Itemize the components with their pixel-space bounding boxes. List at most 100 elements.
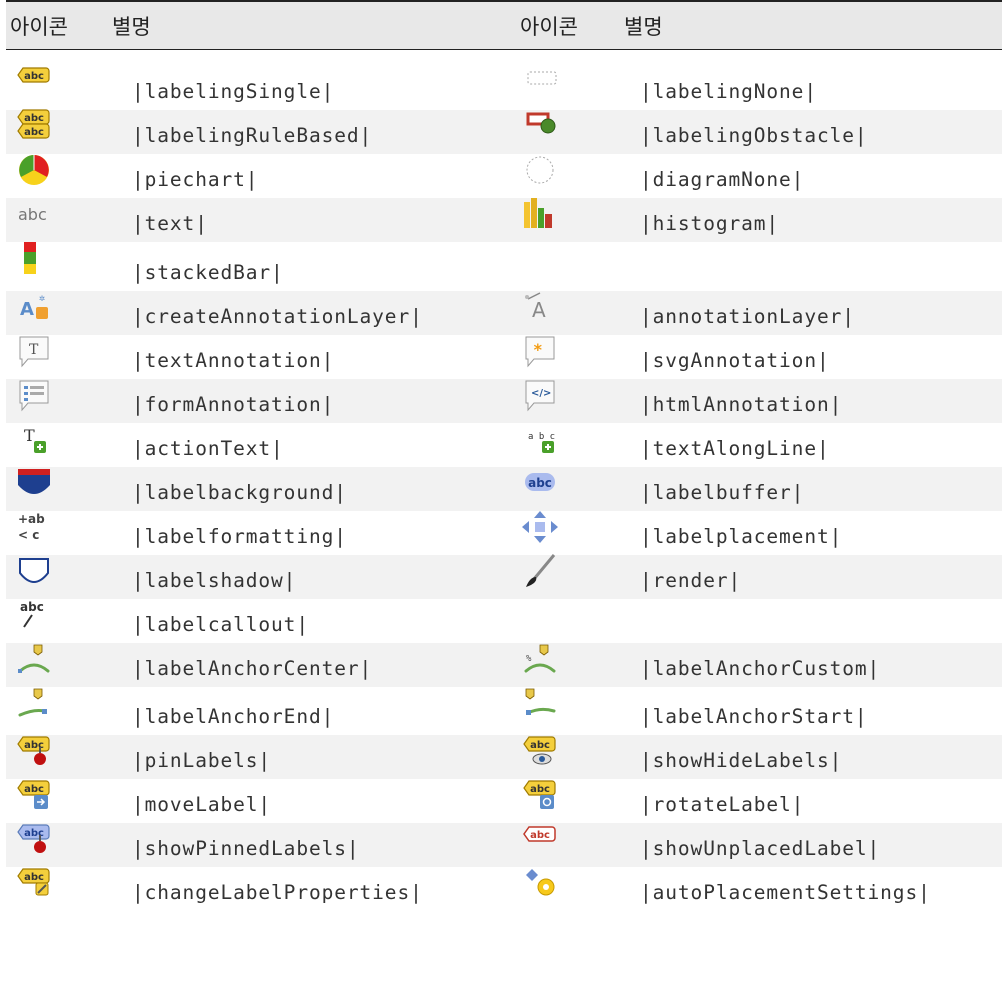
piechart-icon (14, 152, 54, 188)
svg-text:abc: abc (24, 113, 44, 124)
table-row: abc |showPinnedLabels| abc |showUnplacedLab… (6, 823, 1002, 867)
alias-label: |pinLabels| (132, 749, 272, 772)
table-row: |piechart| |diagramNone| (6, 154, 1002, 198)
rotate-label-icon: abc (520, 777, 560, 813)
table-row: |labelAnchorCenter|% |labelAnchorCustom| (6, 643, 1002, 687)
alias-label: |labelingNone| (640, 80, 817, 103)
alias-label: |text| (132, 212, 208, 235)
table-row: abc |text| |histogram| (6, 198, 1002, 242)
svg-text:abc: abc (528, 476, 552, 490)
form-annotation-icon (14, 377, 54, 413)
svg-text:T: T (24, 426, 35, 445)
svg-text:abc: abc (24, 784, 44, 795)
header-icon-col-1: 아이콘 (10, 15, 68, 39)
table-row: |formAnnotation| </> |htmlAnnotation| (6, 379, 1002, 423)
pin-labels-icon: abc (14, 733, 54, 769)
svg-text:abc: abc (530, 830, 550, 841)
show-hide-labels-icon: abc (520, 733, 560, 769)
alias-label: |rotateLabel| (640, 793, 805, 816)
header-icon-col-2: 아이콘 (520, 15, 578, 39)
table-row: abc |moveLabel| abc |rotateLabel| (6, 779, 1002, 823)
table-row: abc |changeLabelProperties| |autoPlacement… (6, 867, 1002, 911)
auto-placement-settings-icon (520, 865, 560, 901)
labeling-rule-based-icon: abc abc (14, 108, 54, 144)
diagram-none-icon (520, 152, 560, 188)
action-text-icon: T (14, 421, 54, 457)
label-anchor-custom-icon: % (520, 641, 560, 677)
svg-annotation-icon: * (520, 333, 560, 369)
alias-label: |autoPlacementSettings| (640, 881, 931, 904)
alias-label: |labelingRuleBased| (132, 124, 373, 147)
label-shadow-icon (14, 553, 54, 589)
table-row: |stackedBar| (6, 242, 1002, 291)
table-row: |labelbackground| abc |labelbuffer| (6, 467, 1002, 511)
svg-text:A: A (20, 299, 34, 320)
alias-label: |createAnnotationLayer| (132, 305, 423, 328)
labeling-none-icon (520, 64, 560, 100)
text-annotation-icon: T (14, 333, 54, 369)
alias-label: |labelAnchorCenter| (132, 657, 373, 680)
table-header: 아이콘 별명 아이콘 별명 (6, 0, 1002, 50)
header-name-col-1: 별명 (112, 15, 151, 39)
svg-text:< c: < c (18, 528, 39, 542)
annotation-layer-icon: A (520, 289, 560, 325)
alias-label: |showHideLabels| (640, 749, 843, 772)
alias-label: |labelbuffer| (640, 481, 805, 504)
alias-label: |render| (640, 569, 742, 592)
label-formatting-icon: +ab < c (14, 509, 54, 545)
alias-label: |piechart| (132, 168, 259, 191)
table-row: |labelshadow| |render| (6, 553, 1002, 599)
svg-text:abc: abc (24, 71, 44, 82)
alias-label: |stackedBar| (132, 261, 284, 284)
svg-text:T: T (29, 342, 39, 358)
alias-label: |showUnplacedLabel| (640, 837, 881, 860)
svg-text:abc: abc (24, 127, 44, 138)
alias-label: |textAnnotation| (132, 349, 335, 372)
label-background-icon (14, 465, 54, 501)
alias-label: |htmlAnnotation| (640, 393, 843, 416)
table-row: T |actionText| a b c |textAlongLine| (6, 423, 1002, 467)
alias-label: |svgAnnotation| (640, 349, 830, 372)
labeling-single-icon: abc (14, 64, 54, 100)
svg-text:*: * (533, 340, 543, 359)
stacked-bar-icon (14, 240, 54, 276)
svg-text:A: A (532, 298, 546, 322)
svg-text:abc: abc (530, 740, 550, 751)
header-name-col-2: 별명 (624, 15, 663, 39)
alias-label: |labelcallout| (132, 613, 309, 636)
table-row: abc |labelcallout| (6, 599, 1002, 643)
alias-label: |labelformatting| (132, 525, 347, 548)
label-buffer-icon: abc (520, 465, 560, 501)
svg-text:%: % (526, 654, 532, 664)
table-row: abc |labelingSingle| |labelingNone| (6, 66, 1002, 110)
table-row: +ab < c |labelformatting| |labelplacement| (6, 511, 1002, 555)
text-along-line-icon: a b c (520, 421, 560, 457)
create-annotation-layer-icon: A ✲ (14, 289, 54, 325)
svg-text:abc: abc (24, 872, 44, 883)
label-anchor-center-icon (14, 641, 54, 677)
render-icon (520, 553, 560, 589)
alias-label: |labelbackground| (132, 481, 347, 504)
show-unplaced-label-icon: abc (520, 821, 560, 857)
alias-label: |labelingSingle| (132, 80, 335, 103)
labeling-obstacle-icon (520, 108, 560, 144)
alias-label: |textAlongLine| (640, 437, 830, 460)
change-label-properties-icon: abc (14, 865, 54, 901)
alias-label: |labelAnchorEnd| (132, 705, 335, 728)
svg-text:abc: abc (18, 205, 47, 224)
svg-text:abc: abc (20, 600, 44, 614)
alias-label: |labelplacement| (640, 525, 843, 548)
alias-label: |labelAnchorCustom| (640, 657, 881, 680)
alias-label: |labelshadow| (132, 569, 297, 592)
alias-label: |showPinnedLabels| (132, 837, 360, 860)
svg-text:✲: ✲ (39, 293, 45, 304)
text-icon: abc (14, 196, 54, 232)
label-placement-icon (520, 509, 560, 545)
histogram-icon (520, 196, 560, 232)
alias-label: |moveLabel| (132, 793, 272, 816)
table-row: A ✲ |createAnnotationLayer| A |annotationLay… (6, 291, 1002, 335)
label-anchor-start-icon (520, 685, 560, 721)
alias-label: |actionText| (132, 437, 284, 460)
label-anchor-end-icon (14, 685, 54, 721)
alias-label: |histogram| (640, 212, 780, 235)
